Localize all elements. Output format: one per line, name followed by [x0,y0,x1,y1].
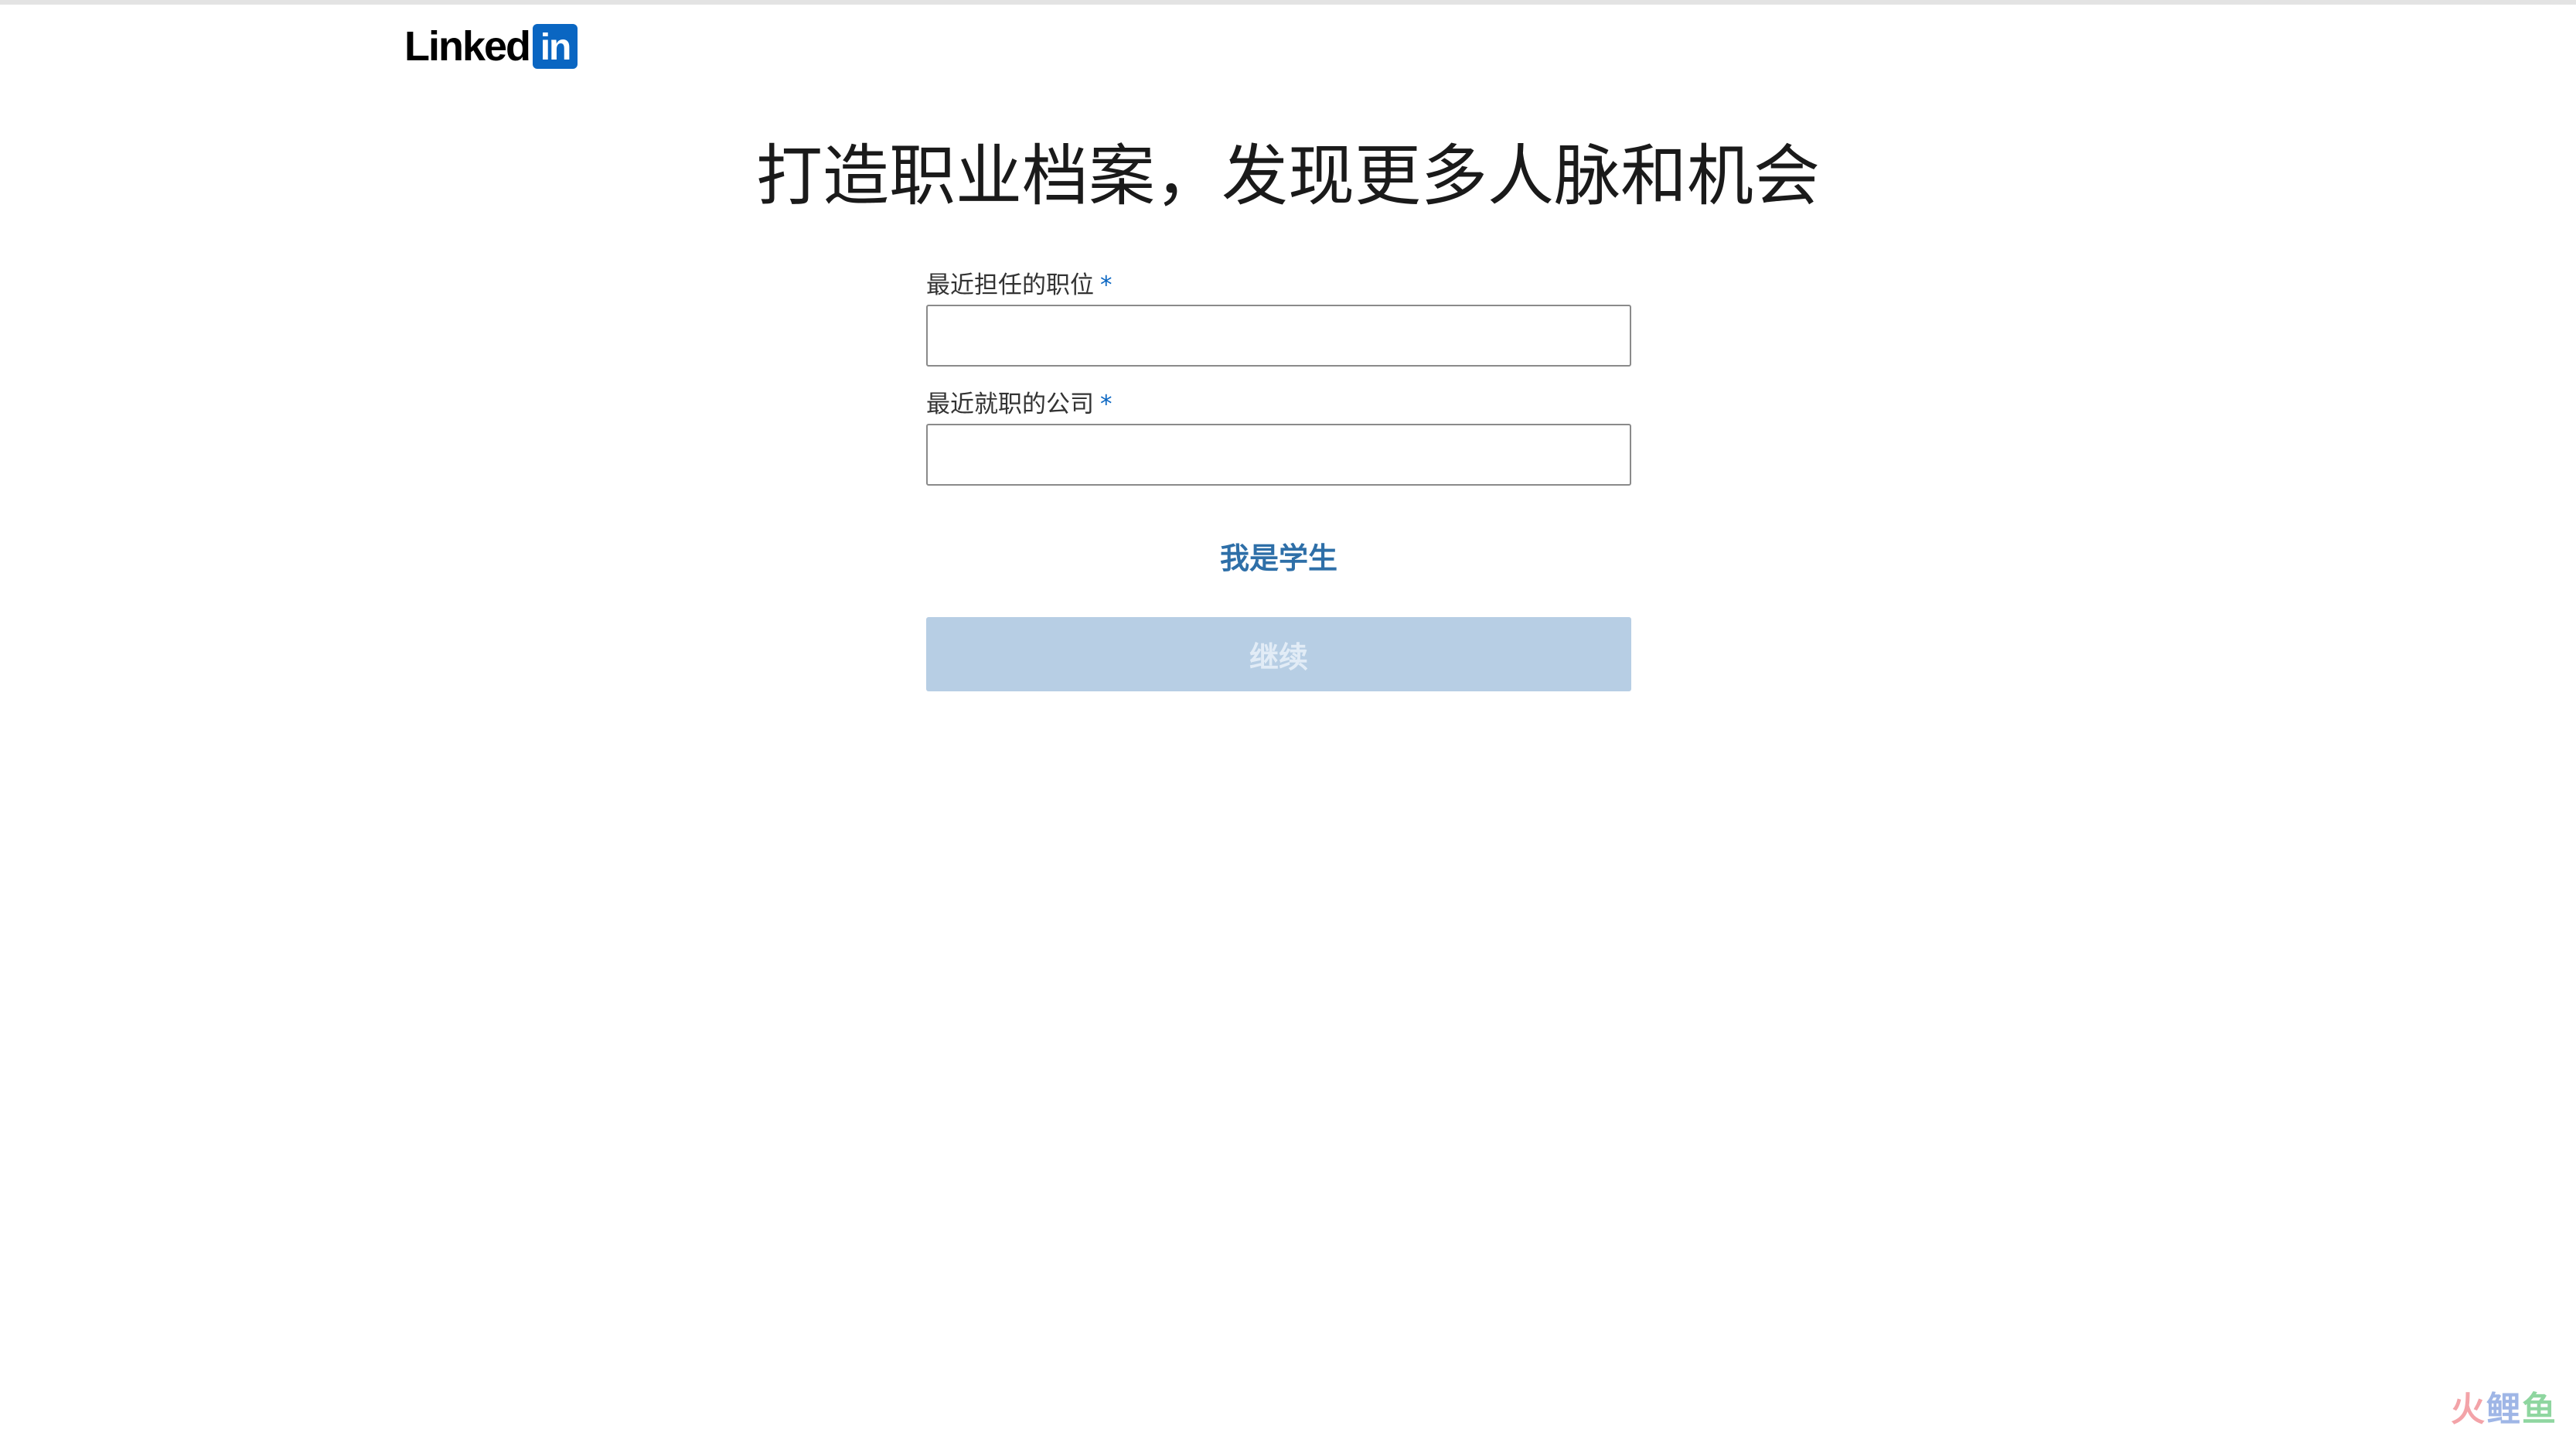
linkedin-logo[interactable]: Linked in [404,23,578,70]
continue-button[interactable]: 继续 [926,617,1631,691]
watermark-char-3: 鱼 [2522,1390,2557,1429]
company-label-text: 最近就职的公司 [926,391,1094,418]
required-marker: * [1100,271,1113,299]
company-label: 最近就职的公司 * [926,385,1631,424]
watermark-char-1: 火 [2451,1390,2486,1429]
company-field: 最近就职的公司 * [926,385,1631,486]
logo-in-box: in [533,24,578,69]
company-input[interactable] [926,424,1631,486]
position-label: 最近担任的职位 * [926,266,1631,305]
required-marker: * [1100,391,1113,418]
watermark-char-2: 鲤 [2486,1390,2522,1429]
watermark: 火鲤鱼 [2451,1381,2557,1431]
profile-form: 最近担任的职位 * 最近就职的公司 * 我是学生 继续 [926,266,1631,691]
page-title: 打造职业档案，发现更多人脉和机会 [756,138,1820,215]
student-link[interactable]: 我是学生 [926,535,1631,582]
position-input[interactable] [926,305,1631,367]
browser-top-border [0,0,2576,5]
logo-wordmark: Linked [404,23,531,70]
position-label-text: 最近担任的职位 [926,271,1094,299]
position-field: 最近担任的职位 * [926,266,1631,367]
